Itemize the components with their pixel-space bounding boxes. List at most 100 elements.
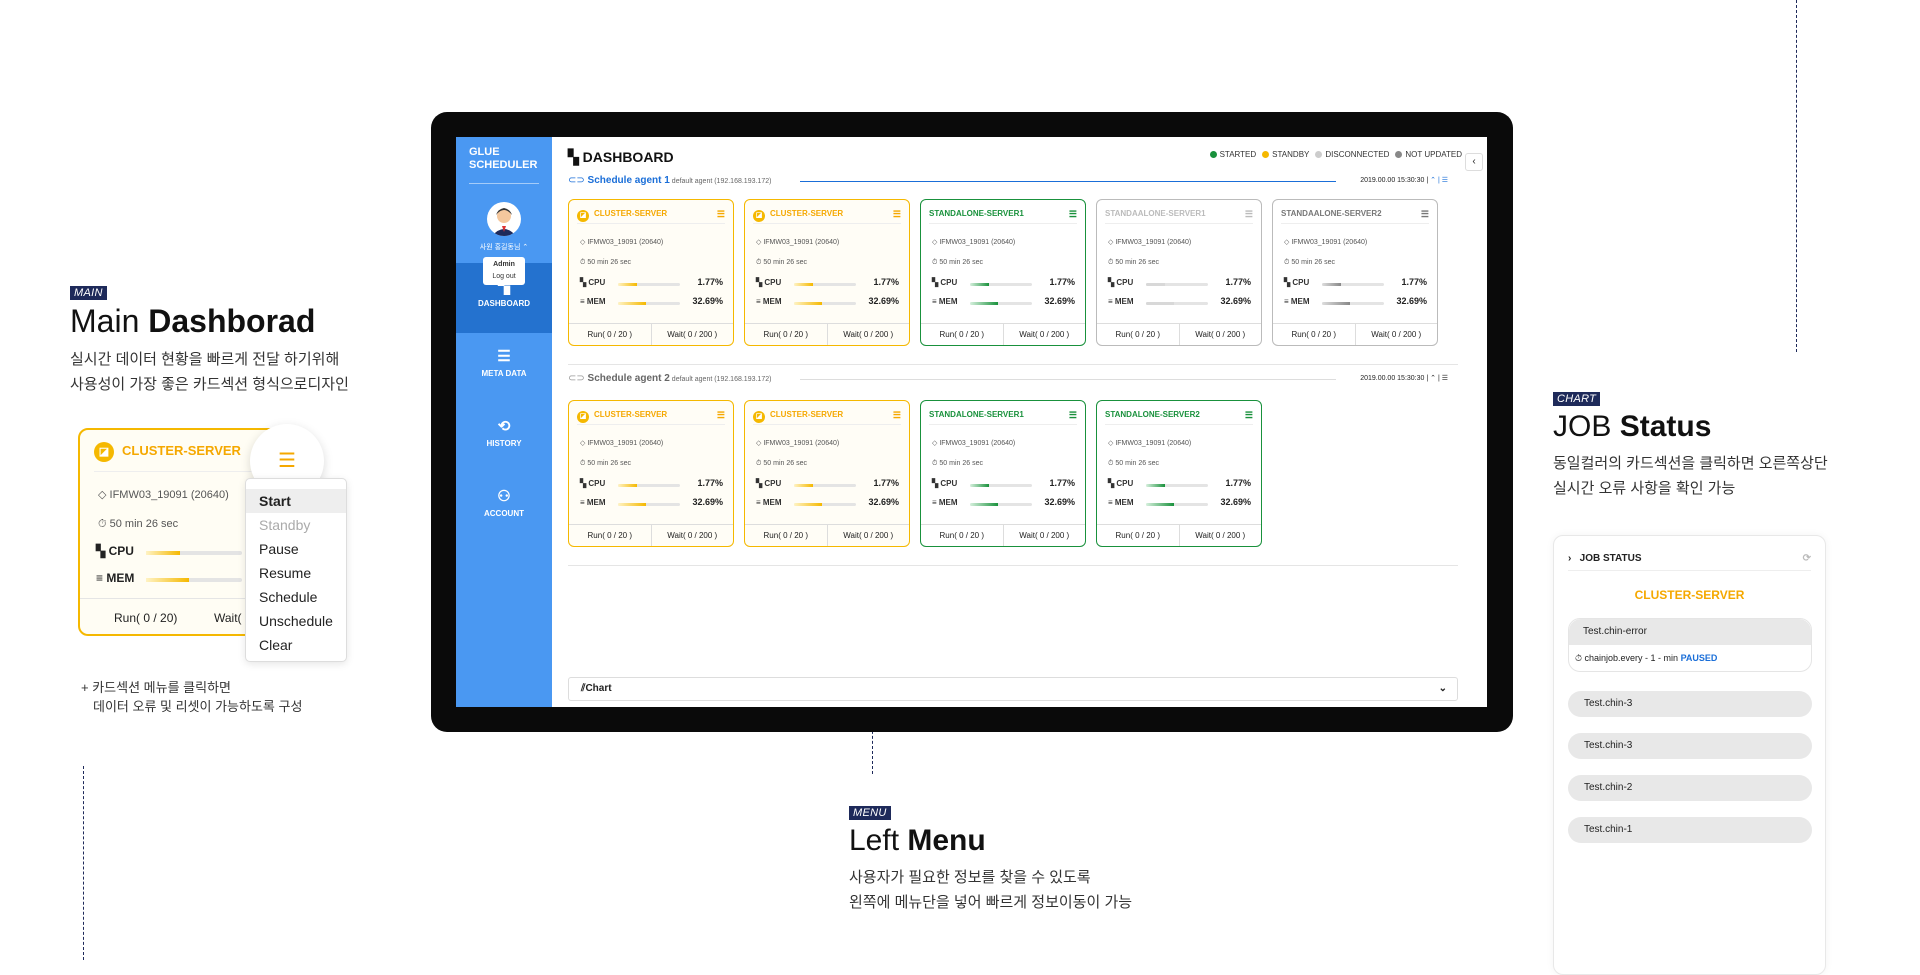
cpu-metric: ▚ CPU 1.77% (756, 478, 899, 488)
server-card[interactable]: STANDALONE-SERVER1 ☰ ◇ IFMW03_19091 (20640… (920, 199, 1086, 346)
list-icon: ☰ (497, 348, 511, 365)
nav-account[interactable]: ⚇ ACCOUNT (456, 473, 552, 543)
agent-1-header: ⊂⊃ Schedule agent 1 default agent (192.16… (568, 175, 1448, 186)
card-menu-icon[interactable]: ☰ (1069, 409, 1077, 421)
mem-metric: ≡ MEM 32.69% (580, 296, 723, 306)
menu-item-schedule[interactable]: Schedule (246, 585, 346, 609)
collapse-icon[interactable]: ⌃ | ☰ (1430, 375, 1448, 382)
mem-metric: ≡ MEM 32.69% (756, 497, 899, 507)
nav-meta-data[interactable]: ☰ META DATA (456, 333, 552, 403)
card-menu-icon[interactable]: ☰ (893, 409, 901, 421)
menu-item-clear[interactable]: Clear (246, 633, 346, 657)
nav-history[interactable]: ⟲ HISTORY (456, 403, 552, 473)
wait-count: Wait( 0 / 200 ) (1354, 324, 1438, 345)
job-state-badge: PAUSED (1680, 653, 1718, 663)
avatar[interactable] (487, 202, 521, 236)
job-item[interactable]: Test.chin-1 (1568, 817, 1812, 843)
menu-item-resume[interactable]: Resume (246, 561, 346, 585)
user-name[interactable]: 사원 홍길동님 ⌃ (456, 242, 552, 252)
server-card[interactable]: ◪ CLUSTER-SERVER ☰ ◇ IFMW03_19091 (20640) ⏱ … (568, 199, 734, 346)
card-menu-icon[interactable]: ☰ (1069, 208, 1077, 220)
card-id: ◇ IFMW03_19091 (20640) (932, 239, 1016, 246)
brand-logo[interactable]: GLUE SCHEDULER (469, 146, 537, 172)
card-footer: Run( 0 / 20 ) Wait( 0 / 200 ) (921, 524, 1085, 546)
job-item[interactable]: Test.chin-2 (1568, 775, 1812, 801)
job-item-expanded[interactable]: Test.chin-error ⏱ chainjob.every - 1 - m… (1568, 618, 1812, 672)
server-card[interactable]: STANDALONE-SERVER2 ☰ ◇ IFMW03_19091 (20640… (1096, 400, 1262, 547)
status-legend: STARTED STANDBY DISCONNECTED NOT UPDATED (1209, 150, 1462, 159)
mem-metric: ≡ MEM 32.69% (580, 497, 723, 507)
card-menu-icon[interactable]: ☰ (1421, 208, 1429, 220)
job-item-detail: ⏱ chainjob.every - 1 - min PAUSED (1575, 653, 1718, 663)
server-icon: ◪ (577, 210, 589, 222)
server-card[interactable]: STANDAALONE-SERVER2 ☰ ◇ IFMW03_19091 (2064… (1272, 199, 1438, 346)
run-count: Run( 0 / 20 ) (939, 330, 984, 339)
section-tag: MAIN (70, 286, 107, 300)
card-menu-icon[interactable]: ☰ (717, 208, 725, 220)
server-card[interactable]: ◪ CLUSTER-SERVER ☰ ◇ IFMW03_19091 (20640) ⏱ … (568, 400, 734, 547)
cpu-bar (146, 551, 242, 555)
card-menu-icon[interactable]: ☰ (717, 409, 725, 421)
card-header: ◪ CLUSTER-SERVER ☰ (753, 409, 901, 425)
cpu-metric: ▚ CPU 1.77% (1108, 277, 1251, 287)
menu-item-standby[interactable]: Standby (246, 513, 346, 537)
mem-metric: ≡ MEM 32.69% (932, 497, 1075, 507)
card-id: ◇ IFMW03_19091 (20640) (932, 440, 1016, 447)
section-desc: 동일컬러의 카드섹션을 클릭하면 오른쪽상단 실시간 오류 사항을 확인 가능 (1553, 455, 1828, 497)
refresh-icon[interactable]: ⟳ (1803, 546, 1811, 571)
card-footer: Run( 0 / 20 ) Wait( 0 / 200 ) (569, 323, 733, 345)
section-title: Main Dashborad (70, 303, 316, 339)
section-desc: 사용자가 필요한 정보를 찾을 수 있도록 왼쪽에 메뉴단을 넣어 빠르게 정보이… (849, 869, 1133, 911)
cpu-metric: ▚ CPU 1.77% (580, 277, 723, 287)
card-header: STANDALONE-SERVER1 ☰ (929, 409, 1077, 425)
job-item-title: Test.chin-error (1569, 619, 1811, 645)
section-tag: CHART (1553, 392, 1601, 406)
menu-item-unschedule[interactable]: Unschedule (246, 609, 346, 633)
mem-label: ≡ MEM (96, 571, 135, 585)
menu-item-start[interactable]: Start (246, 489, 346, 513)
server-card[interactable]: ◪ CLUSTER-SERVER ☰ ◇ IFMW03_19091 (20640) ⏱ … (744, 400, 910, 547)
card-id: ◇ IFMW03_19091 (20640) (1108, 440, 1192, 447)
collapse-icon[interactable]: ⌃ | ☰ (1430, 177, 1448, 184)
job-item[interactable]: Test.chin-3 (1568, 733, 1812, 759)
account-icon: ⚇ (497, 488, 511, 505)
card-footer: Run( 0 / 20 ) Wait( 0 / 200 ) (745, 524, 909, 546)
server-icon: ◪ (94, 442, 114, 462)
card-id: ◇ IFMW03_19091 (20640) (580, 440, 664, 447)
job-status-header[interactable]: › JOB STATUS ⟳ (1568, 546, 1811, 571)
app-screen: GLUE SCHEDULER 사원 홍길동님 ⌃ Admin Log out ▚ D… (456, 137, 1487, 707)
collapse-panel-button[interactable]: ‹ (1465, 153, 1483, 171)
grid-icon: ▚ (568, 149, 583, 165)
server-card[interactable]: ◪ CLUSTER-SERVER ☰ ◇ IFMW03_19091 (20640) ⏱ … (744, 199, 910, 346)
left-note: + 카드섹션 메뉴를 클릭하면 데이터 오류 및 리셋이 가능하도록 구성 (81, 680, 303, 714)
card-id: ◇ IFMW03_19091 (20640) (1284, 239, 1368, 246)
cpu-label: ▚ CPU (96, 544, 134, 558)
card-header: STANDALONE-SERVER1 ☰ (929, 208, 1077, 224)
menu-item-pause[interactable]: Pause (246, 537, 346, 561)
history-icon: ⟲ (497, 418, 511, 435)
server-card[interactable]: STANDAALONE-SERVER1 ☰ ◇ IFMW03_19091 (2064… (1096, 199, 1262, 346)
logout-link[interactable]: Log out (483, 271, 525, 283)
card-time: ⏱ 50 min 26 sec (932, 460, 983, 467)
run-count: Run( 0 / 20 ) (1291, 330, 1336, 339)
run-count: Run( 0 / 20 ) (763, 531, 808, 540)
chevron-down-icon: ⌄ (1438, 683, 1447, 694)
chart-accordion[interactable]: ⫽Chart ⌄ (568, 677, 1458, 701)
card-time: ⏱ 50 min 26 sec (756, 259, 807, 266)
agent-2-time: 2019.00.00 15:30:30 | ⌃ | ☰ (1360, 375, 1448, 382)
agent-1-time: 2019.00.00 15:30:30 | ⌃ | ☰ (1360, 177, 1448, 184)
card-time: ⏱ 50 min 26 sec (580, 259, 631, 266)
sidebar: GLUE SCHEDULER 사원 홍길동님 ⌃ Admin Log out ▚ D… (456, 137, 552, 707)
run-count: Run( 0 / 20) (114, 611, 178, 625)
card-id: ◇ IFMW03_19091 (20640) (756, 239, 840, 246)
section-desc: 실시간 데이터 현황을 빠르게 전달 하기위해 사용성이 가장 좋은 카드섹션 형… (70, 351, 349, 394)
job-item[interactable]: Test.chin-3 (1568, 691, 1812, 717)
card-menu-icon[interactable]: ☰ (1245, 409, 1253, 421)
mem-metric: ≡ MEM 32.69% (756, 296, 899, 306)
main-section: MAIN Main Dashborad 실시간 데이터 현황을 빠르게 전달 하… (70, 283, 349, 397)
cpu-metric: ▚ CPU 1.77% (932, 277, 1075, 287)
admin-link[interactable]: Admin (483, 259, 525, 271)
server-card[interactable]: STANDALONE-SERVER1 ☰ ◇ IFMW03_19091 (20640… (920, 400, 1086, 547)
card-menu-icon[interactable]: ☰ (893, 208, 901, 220)
card-menu-icon[interactable]: ☰ (1245, 208, 1253, 220)
